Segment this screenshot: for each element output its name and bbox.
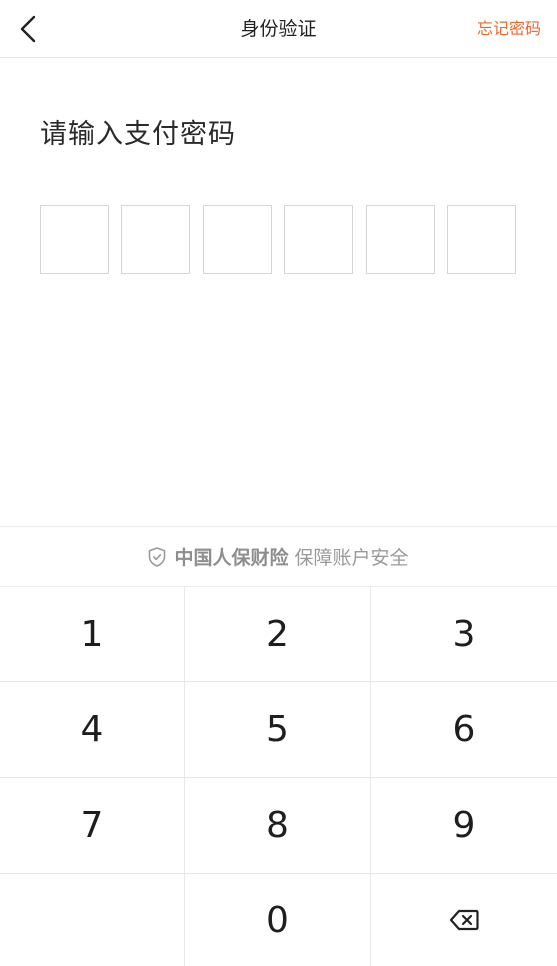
key-6[interactable]: 6	[371, 682, 557, 778]
security-banner: 中国人保财险 保障账户安全	[0, 526, 557, 587]
pin-digit-box-5[interactable]	[365, 205, 435, 274]
page-title: 身份验证	[240, 18, 317, 40]
key-blank	[0, 874, 185, 966]
pin-digit-box-3[interactable]	[202, 205, 272, 274]
numeric-keypad: 1 2 3 4 5 6 7 8 9 0	[0, 587, 557, 966]
key-1[interactable]: 1	[0, 587, 185, 682]
top-nav-bar: 身份验证 忘记密码	[0, 0, 557, 58]
enter-password-prompt: 请输入支付密码	[40, 119, 236, 150]
forgot-password-link[interactable]: 忘记密码	[477, 0, 541, 58]
key-9[interactable]: 9	[371, 778, 557, 874]
key-7[interactable]: 7	[0, 778, 185, 874]
key-4[interactable]: 4	[0, 682, 185, 778]
pin-digit-box-1[interactable]	[40, 205, 109, 274]
key-3[interactable]: 3	[371, 587, 557, 682]
pin-input[interactable]	[40, 205, 516, 274]
backspace-icon	[449, 909, 479, 931]
shield-check-icon	[149, 546, 166, 567]
pin-digit-box-2[interactable]	[121, 205, 191, 274]
pin-digit-box-4[interactable]	[284, 205, 354, 274]
insurer-brand: 中国人保财险	[174, 547, 289, 569]
key-8[interactable]: 8	[185, 778, 371, 874]
chevron-left-icon	[20, 15, 36, 43]
back-button[interactable]	[8, 9, 48, 49]
key-0[interactable]: 0	[185, 874, 371, 966]
key-2[interactable]: 2	[185, 587, 371, 682]
pin-digit-box-6[interactable]	[446, 205, 516, 274]
security-text: 保障账户安全	[294, 547, 409, 569]
key-5[interactable]: 5	[185, 682, 371, 778]
backspace-key[interactable]	[371, 874, 557, 966]
